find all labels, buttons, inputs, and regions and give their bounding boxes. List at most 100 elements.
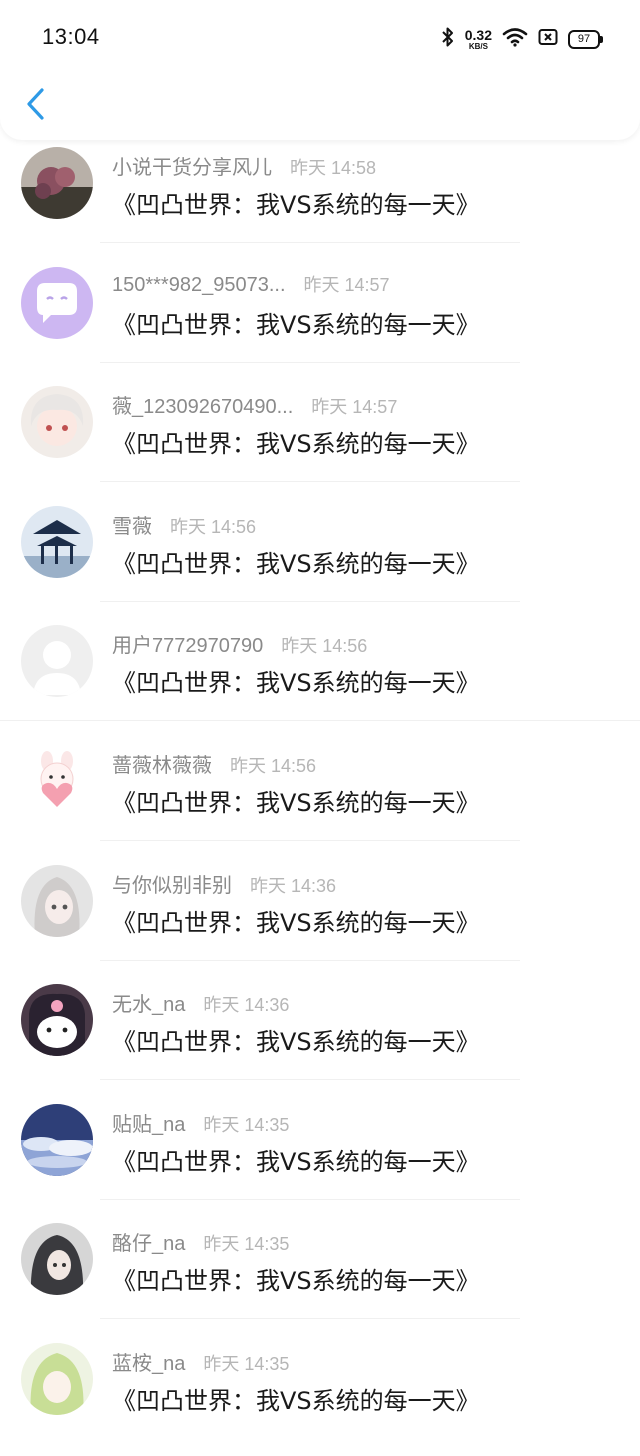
wifi-icon: [502, 27, 528, 51]
message-list: 小说干货分享风儿 昨天 14:58 《凹凸世界：我VS系统的每一天》 150**…: [0, 140, 640, 1456]
divider: [100, 959, 520, 961]
bunny-heart-avatar-image: [21, 744, 93, 817]
avatar[interactable]: [21, 1342, 93, 1415]
divider: [100, 1079, 520, 1081]
divider: [0, 720, 640, 722]
status-icons: 0.32 KB/S 97: [441, 24, 603, 54]
message-time: 昨天 14:57: [303, 274, 390, 295]
divider: [100, 600, 520, 602]
network-speed-unit: KB/S: [468, 41, 488, 51]
avatar[interactable]: [21, 984, 93, 1057]
sim-icon: [538, 28, 558, 50]
message-text: 《凹凸世界：我VS系统的每一天》: [112, 1147, 480, 1176]
message-text: 《凹凸世界：我VS系统的每一天》: [112, 788, 480, 817]
avatar[interactable]: [21, 1223, 93, 1296]
item-meta: 150***982_95073... 昨天 14:57: [112, 271, 390, 297]
divider: [100, 242, 520, 243]
network-speed: 0.32 KB/S: [465, 28, 492, 51]
battery-indicator: 97: [568, 29, 603, 49]
message-text: 《凹凸世界：我VS系统的每一天》: [112, 191, 480, 219]
message-time: 昨天 14:35: [203, 1234, 290, 1255]
anime-girl-gray-avatar-image: [21, 864, 93, 937]
message-time: 昨天 14:56: [170, 516, 257, 537]
avatar[interactable]: [21, 386, 93, 459]
message-time: 昨天 14:57: [311, 397, 398, 418]
user-name[interactable]: 蓝桉_na: [112, 1347, 185, 1376]
message-text: 《凹凸世界：我VS系统的每一天》: [112, 908, 480, 937]
avatar[interactable]: [21, 864, 93, 937]
avatar[interactable]: [21, 744, 93, 817]
network-speed-value: 0.32: [464, 26, 492, 43]
message-text: 《凹凸世界：我VS系统的每一天》: [112, 310, 480, 339]
item-meta: 用户7772970790 昨天 14:56: [112, 629, 367, 658]
user-name[interactable]: 蔷薇林薇薇: [112, 749, 212, 778]
message-text: 《凹凸世界：我VS系统的每一天》: [112, 549, 480, 578]
bluetooth-icon: [441, 26, 455, 52]
user-name[interactable]: 贴贴_na: [112, 1108, 185, 1137]
message-time: 昨天 14:58: [290, 158, 377, 178]
top-bar: 13:04 0.32 KB/S 97: [0, 0, 640, 140]
user-name[interactable]: 薇_123092670490...: [112, 390, 293, 419]
item-meta: 薇_123092670490... 昨天 14:57: [112, 390, 397, 419]
item-meta: 无水_na 昨天 14:36: [112, 988, 289, 1017]
anime-white-hair-avatar-image: [21, 386, 93, 459]
divider: [100, 481, 520, 483]
list-item[interactable]: 蓝桉_na 昨天 14:35 《凹凸世界：我VS系统的每一天》: [0, 1336, 640, 1456]
list-item[interactable]: 无水_na 昨天 14:36 《凹凸世界：我VS系统的每一天》: [0, 977, 640, 1097]
divider: [100, 839, 520, 841]
pavilion-avatar-image: [21, 505, 93, 578]
flower-photo-avatar-image: [21, 147, 93, 219]
list-item[interactable]: 酪仔_na 昨天 14:35 《凹凸世界：我VS系统的每一天》: [0, 1216, 640, 1336]
avatar[interactable]: [21, 505, 93, 578]
message-text: 《凹凸世界：我VS系统的每一天》: [112, 669, 480, 698]
item-meta: 与你似别非别 昨天 14:36: [112, 869, 336, 898]
message-text: 《凹凸世界：我VS系统的每一天》: [112, 1267, 480, 1296]
anime-green-hair-avatar-image: [21, 1342, 93, 1415]
user-name[interactable]: 150***982_95073...: [112, 274, 286, 297]
list-item[interactable]: 薇_123092670490... 昨天 14:57 《凹凸世界：我VS系统的每…: [0, 379, 640, 499]
list-item[interactable]: 雪薇 昨天 14:56 《凹凸世界：我VS系统的每一天》: [0, 499, 640, 619]
user-name[interactable]: 无水_na: [112, 988, 185, 1017]
anime-dark-hair-avatar-image: [21, 1223, 93, 1296]
user-name[interactable]: 小说干货分享风儿: [112, 151, 272, 180]
chat-bubble-face-avatar-image: [21, 266, 93, 339]
list-item[interactable]: 150***982_95073... 昨天 14:57 《凹凸世界：我VS系统的…: [0, 260, 640, 380]
divider: [100, 1318, 520, 1320]
message-time: 昨天 14:35: [203, 1353, 290, 1374]
divider: [100, 361, 520, 363]
user-name[interactable]: 与你似别非别: [112, 869, 232, 898]
user-name[interactable]: 用户7772970790: [112, 629, 263, 658]
message-text: 《凹凸世界：我VS系统的每一天》: [112, 430, 480, 459]
item-meta: 小说干货分享风儿 昨天 14:58: [112, 151, 376, 180]
item-meta: 蓝桉_na 昨天 14:35: [112, 1347, 289, 1376]
avatar[interactable]: [21, 147, 93, 219]
item-meta: 贴贴_na 昨天 14:35: [112, 1108, 289, 1137]
chevron-left-icon: [27, 88, 44, 120]
list-item[interactable]: 小说干货分享风儿 昨天 14:58 《凹凸世界：我VS系统的每一天》: [0, 140, 640, 260]
item-meta: 酪仔_na 昨天 14:35: [112, 1227, 289, 1256]
user-name[interactable]: 雪薇: [112, 510, 152, 539]
back-button[interactable]: [18, 82, 58, 126]
message-time: 昨天 14:36: [250, 875, 337, 896]
list-item[interactable]: 用户7772970790 昨天 14:56 《凹凸世界：我VS系统的每一天》: [0, 618, 640, 738]
item-meta: 雪薇 昨天 14:56: [112, 510, 256, 539]
message-time: 昨天 14:56: [230, 755, 317, 776]
default-user-avatar-image: [21, 625, 93, 698]
cloud-sky-avatar-image: [21, 1103, 93, 1176]
message-time: 昨天 14:36: [203, 995, 290, 1016]
list-item[interactable]: 贴贴_na 昨天 14:35 《凹凸世界：我VS系统的每一天》: [0, 1097, 640, 1217]
list-item[interactable]: 蔷薇林薇薇 昨天 14:56 《凹凸世界：我VS系统的每一天》: [0, 738, 640, 858]
message-time: 昨天 14:35: [203, 1114, 290, 1135]
message-time: 昨天 14:56: [281, 636, 368, 657]
user-name[interactable]: 酪仔_na: [112, 1227, 185, 1256]
avatar[interactable]: [21, 625, 93, 698]
item-meta: 蔷薇林薇薇 昨天 14:56: [112, 749, 316, 778]
avatar[interactable]: [21, 1103, 93, 1176]
avatar[interactable]: [21, 266, 93, 339]
divider: [100, 1198, 520, 1200]
message-text: 《凹凸世界：我VS系统的每一天》: [112, 1028, 480, 1057]
kuromi-avatar-image: [21, 984, 93, 1057]
message-text: 《凹凸世界：我VS系统的每一天》: [112, 1386, 480, 1415]
list-item[interactable]: 与你似别非别 昨天 14:36 《凹凸世界：我VS系统的每一天》: [0, 858, 640, 978]
status-time: 13:04: [42, 24, 100, 49]
